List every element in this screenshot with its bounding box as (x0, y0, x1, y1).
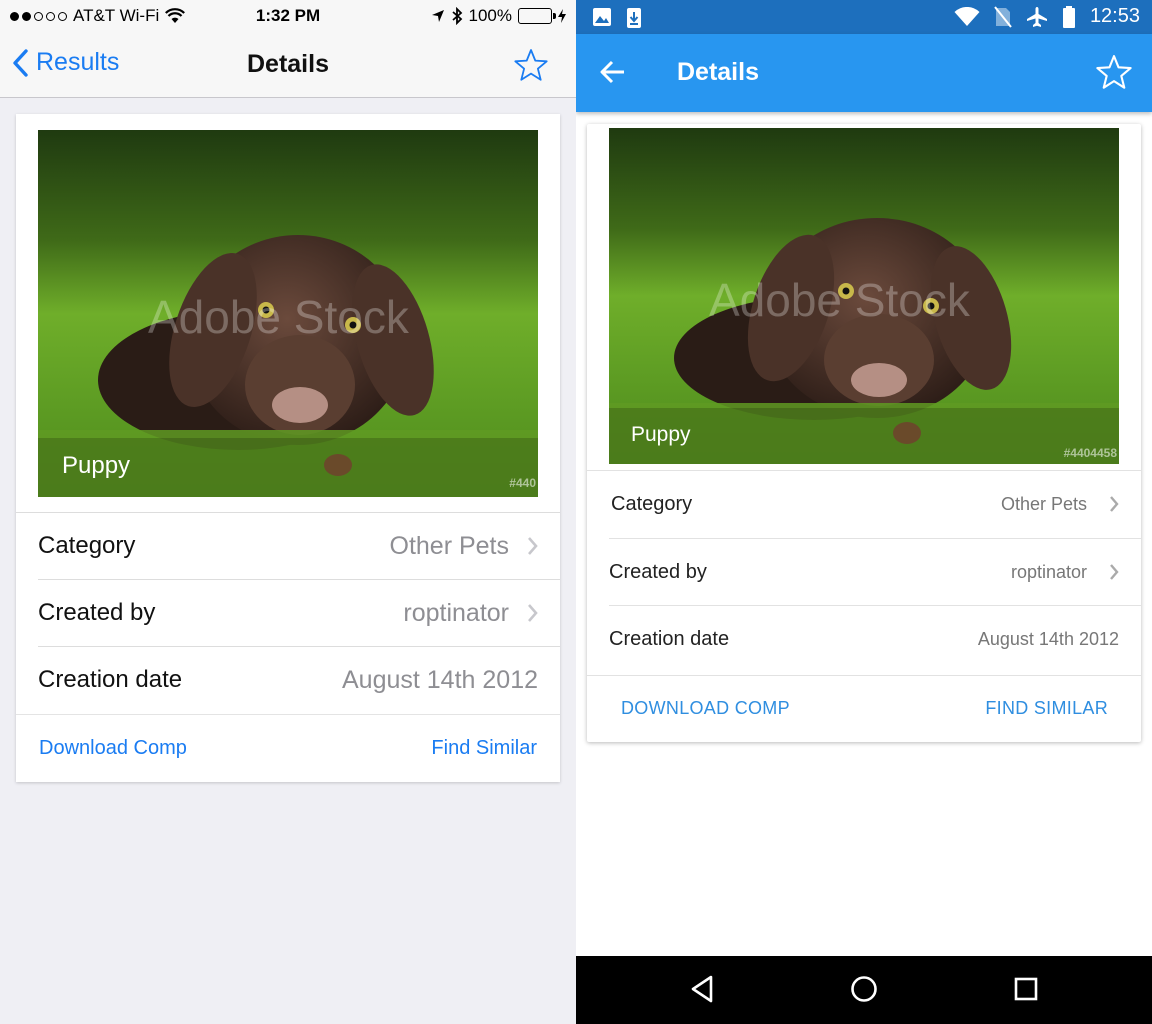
created-by-value: roptinator (1010, 561, 1087, 582)
nav-recents-icon (1014, 977, 1038, 1001)
android-navigation-bar (576, 956, 1152, 1024)
card-actions: Download Comp Find Similar (16, 714, 560, 782)
android-screen: 12:53 Details Adobe Stock Puppy #4404458… (576, 0, 1152, 1024)
category-label: Category (38, 532, 136, 559)
chevron-right-icon (528, 604, 538, 622)
creation-date-value: August 14th 2012 (977, 628, 1119, 649)
location-arrow-icon (431, 10, 444, 22)
android-status-time: 12:53 (1089, 5, 1140, 27)
category-value: Other Pets (389, 531, 510, 560)
category-row[interactable]: Category Other Pets (16, 512, 560, 579)
find-similar-button[interactable]: Find Similar (431, 737, 537, 760)
chevron-right-icon (1110, 496, 1119, 512)
category-label: Category (611, 492, 693, 515)
photo-caption: Puppy (631, 423, 691, 446)
battery-percent: 100% (468, 6, 512, 25)
creation-date-label: Creation date (609, 627, 730, 650)
nav-home-icon (851, 976, 877, 1002)
no-sim-icon (994, 5, 1012, 28)
android-status-left (592, 7, 642, 29)
card-actions: DOWNLOAD COMP FIND SIMILAR (587, 675, 1141, 742)
stock-photo[interactable]: Adobe Stock Puppy #4404458 (609, 128, 1119, 464)
battery-icon (1062, 5, 1075, 28)
download-comp-button[interactable]: Download Comp (39, 737, 187, 760)
created-by-row[interactable]: Created by roptinator (38, 579, 560, 646)
ios-screen: AT&T Wi-Fi 1:32 PM 100% Results Details … (0, 0, 576, 1024)
ios-navigation-bar: Results Details (0, 32, 576, 98)
photo-id: #4404458 (1063, 446, 1117, 460)
created-by-row[interactable]: Created by roptinator (609, 538, 1141, 605)
watermark: Adobe Stock (148, 291, 409, 343)
star-outline-icon (514, 49, 548, 81)
creation-date-value: August 14th 2012 (342, 665, 538, 694)
created-by-label: Created by (38, 599, 156, 626)
photo-caption: Puppy (62, 452, 131, 479)
stock-photo[interactable]: Adobe Stock Puppy #440 (38, 130, 538, 497)
chevron-right-icon (1110, 564, 1119, 580)
page-title: Details (677, 58, 759, 86)
nav-back-button[interactable] (689, 974, 715, 1009)
android-status-right: 12:53 (954, 5, 1140, 28)
chevron-right-icon (528, 537, 538, 555)
created-by-value: roptinator (403, 598, 509, 627)
favorite-button[interactable] (514, 48, 548, 87)
airplane-icon (1026, 6, 1047, 27)
created-by-label: Created by (609, 560, 707, 583)
creation-date-row: Creation date August 14th 2012 (609, 605, 1141, 672)
watermark: Adobe Stock (709, 274, 970, 326)
details-card: Adobe Stock Puppy #4404458 Category Othe… (587, 124, 1141, 742)
star-outline-icon (1096, 55, 1132, 89)
photo-id: #440 (509, 476, 536, 490)
page-title: Details (247, 50, 329, 78)
find-similar-button[interactable]: FIND SIMILAR (985, 698, 1108, 719)
android-status-bar: 12:53 (576, 0, 1152, 34)
ios-status-right: 100% (431, 6, 566, 26)
nav-recents-button[interactable] (1013, 974, 1039, 1009)
wifi-icon (954, 6, 980, 26)
favorite-button[interactable] (1096, 54, 1132, 95)
details-card: Adobe Stock Puppy #440 Category Other Pe… (16, 114, 560, 782)
image-icon (593, 8, 611, 26)
arrow-back-icon (600, 60, 624, 84)
ios-status-bar: AT&T Wi-Fi 1:32 PM 100% (0, 0, 576, 32)
nav-home-button[interactable] (850, 974, 878, 1009)
bluetooth-icon (451, 7, 462, 25)
category-value: Other Pets (1000, 493, 1087, 514)
category-row[interactable]: Category Other Pets (587, 470, 1141, 537)
battery-icon (518, 8, 556, 24)
download-comp-button[interactable]: DOWNLOAD COMP (621, 698, 790, 719)
back-button[interactable] (600, 59, 626, 90)
creation-date-row: Creation date August 14th 2012 (38, 646, 560, 713)
nav-back-icon (691, 975, 713, 1003)
download-notification-icon (627, 8, 641, 28)
charging-bolt-icon (558, 9, 566, 23)
creation-date-label: Creation date (38, 666, 183, 693)
android-app-bar: Details (576, 34, 1152, 112)
